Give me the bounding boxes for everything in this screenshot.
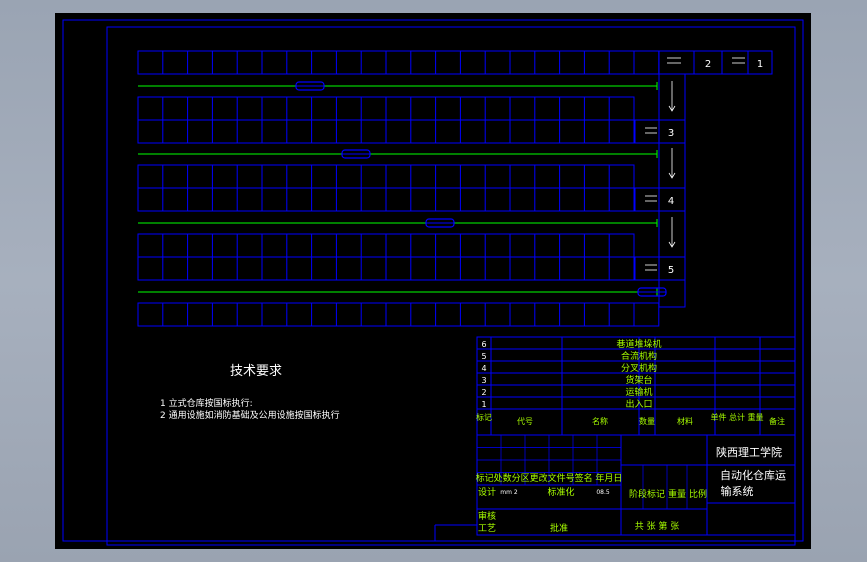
station-label-1: 1 [757,59,763,70]
approve-label: 批准 [550,522,568,534]
bom-row-no: 6 [481,340,486,349]
title-block: 6 巷道堆垛机 5 合流机构 4 分叉机构 3 货架台 2 运输机 1 出入口标记 代号 名称 数量 材料 单件… [434,336,796,541]
bom-header-material: 材料 [677,416,693,426]
scale-label: 比例 [689,488,707,500]
school-name: 陕西理工学院 [716,445,782,459]
bom-header-name: 名称 [592,416,608,426]
bom-header-code: 代号 [517,416,533,426]
sheets-label: 共 张 第 张 [635,520,680,532]
process-label: 工艺 [478,523,496,534]
conveyor-station [634,256,686,281]
standardize-label: 标准化 [547,486,574,498]
rack-block [137,302,660,327]
conveyor-column: 1 2 3 4 5 [634,50,773,308]
station-label-3: 3 [668,128,674,139]
conveyor-station [634,119,686,144]
bom-row-name: 货架台 [625,374,652,386]
revision-header: 标记处数分区更改文件号签名 年月日 [476,472,623,484]
storage-racks [137,50,660,327]
bom-row-no: 3 [481,376,486,385]
bom-row-no: 5 [481,352,486,361]
station-label-4: 4 [668,196,674,207]
design-label: 设计 [478,486,496,498]
weight-label: 重量 [668,488,686,500]
bom-row-name: 出入口 [625,398,652,410]
bom-row-no: 2 [481,388,486,397]
conveyor-top-box [658,50,773,75]
project-title-line1: 自动化仓库运 [720,468,786,482]
bom-row-name: 分叉机构 [621,362,657,374]
bom-row-name: 合流机构 [621,350,657,362]
tech-requirements-title: 技术要求 [230,364,283,379]
design-signature: mm 2 [500,489,518,496]
conveyor-station [634,187,686,212]
rack-block [137,50,660,75]
design-date: 08.5 [596,489,610,496]
inner-frame [106,26,796,546]
tech-requirement-2: 2 通用设施如消防基础及公用设施按国标执行 [160,411,340,421]
station-label-2: 2 [705,59,711,70]
bom-row-name: 运输机 [625,386,652,398]
bom-header-qty: 数量 [639,416,655,426]
bom-row-no: 4 [481,364,486,373]
cad-drawing-viewport[interactable]: 1 2 3 4 5 6 巷道堆垛机 5 合流机构 4 分叉机构 3 货架台 2 运输机 1 出入口标记 代号 名称… [55,13,811,549]
bom-row-no: 1 [481,400,486,409]
review-label: 审核 [478,510,496,522]
station-label-5: 5 [668,265,674,276]
stacker-tracks [138,81,667,297]
warehouse-layout-drawing: 1 2 3 4 5 6 巷道堆垛机 5 合流机构 4 分叉机构 3 货架台 2 运输机 1 出入口标记 代号 名称… [62,19,804,546]
project-title-line2: 输系统 [721,484,754,498]
bom-row-name: 巷道堆垛机 [616,338,661,350]
bom-header-remark: 备注 [769,416,785,426]
stage-mark-label: 阶段标记 [629,488,665,500]
bom-header-weight: 单件 总计 重量 [710,412,763,422]
bom-header-mark: 标记 [476,412,492,422]
